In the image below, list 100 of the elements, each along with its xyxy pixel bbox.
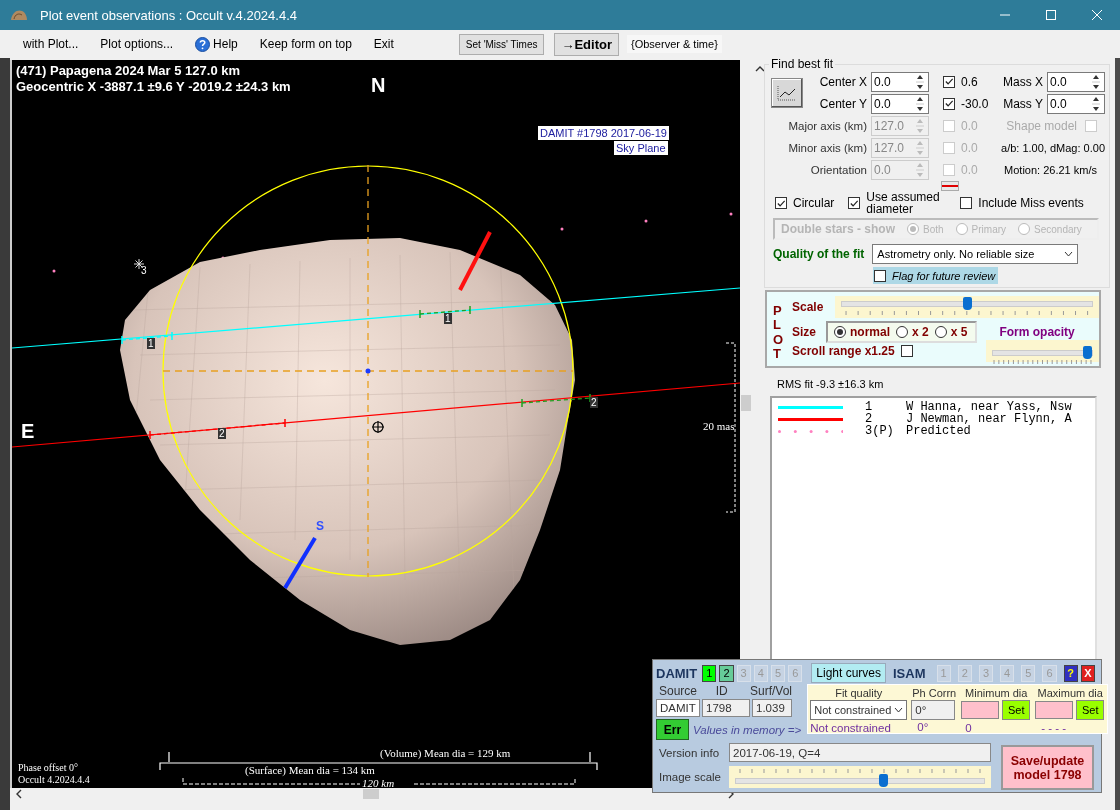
east-label: E: [21, 420, 35, 443]
quality-label: Quality of the fit: [773, 247, 865, 261]
opacity-label: Form opacity: [999, 325, 1075, 339]
err-button[interactable]: Err: [656, 719, 689, 740]
set-miss-times-button[interactable]: Set 'Miss' Times: [458, 33, 545, 55]
legend-name: J Newman, near Flynn, A: [906, 412, 1072, 426]
legend-number: 1: [865, 400, 874, 414]
radio-button[interactable]: [834, 326, 846, 338]
spin-box[interactable]: 0.0: [1047, 93, 1105, 114]
scale-label: Scale: [792, 300, 824, 314]
spin-box[interactable]: 0.0: [871, 71, 929, 92]
slider-thumb[interactable]: [1083, 346, 1092, 359]
legend-name: Predicted: [906, 424, 971, 438]
motion-text: Motion: 26.21 km/s: [1004, 163, 1097, 176]
set-button[interactable]: Set: [1076, 700, 1105, 720]
memory-label: Values in memory =>: [693, 723, 802, 736]
field-label: Minor axis (km): [788, 141, 867, 154]
app-icon: [10, 8, 28, 22]
ph-corr-field[interactable]: 0°: [911, 700, 956, 720]
checkbox-label: 0.0: [961, 118, 978, 133]
north-label: N: [371, 74, 386, 97]
checkbox-label: 0.0: [961, 162, 978, 177]
checkbox-label: Circular: [793, 196, 835, 210]
help-icon: [195, 36, 211, 52]
double-stars-label: Double stars - show: [781, 222, 896, 236]
fit-chart-button[interactable]: [771, 77, 803, 108]
field-label: Center Y: [819, 96, 867, 111]
plot-title: Geocentric X -3887.1 ±9.6 Y -2019.2 ±24.3 km: [16, 79, 291, 95]
save-model-button[interactable]: Save/update model 1798: [1001, 745, 1094, 790]
checkbox[interactable]: [960, 197, 973, 209]
chevron-down-icon[interactable]: [894, 707, 904, 713]
version-field[interactable]: 2017-06-19, Q=4: [729, 743, 991, 762]
length-scale-label: 120 km: [362, 777, 395, 788]
window-title: Plot event observations : Occult v.4.2024.4.4: [40, 7, 298, 23]
south-label: S: [316, 519, 324, 533]
id-field[interactable]: 1798: [702, 699, 750, 717]
close-button[interactable]: X: [1080, 664, 1095, 682]
memory-value: 0°: [916, 721, 930, 733]
field-label: Version info: [659, 746, 721, 759]
rms-fit-text: RMS fit -9.3 ±16.3 km: [777, 378, 885, 390]
radio-label: Both: [923, 223, 944, 235]
checkbox-label: Include Miss events: [978, 196, 1084, 210]
set-button[interactable]: Set: [1002, 700, 1031, 720]
chord-segment: [121, 331, 173, 345]
footer-text: Occult 4.2024.4.4: [18, 774, 90, 785]
field-label: Mass X: [1003, 74, 1043, 89]
field-label: ID: [714, 684, 729, 697]
diameter-field[interactable]: [1035, 701, 1074, 719]
observer-label: {Observer & time}: [627, 35, 722, 53]
slider-thumb[interactable]: [962, 297, 972, 310]
checkbox[interactable]: [848, 197, 861, 209]
menu-item[interactable]: with Plot...: [16, 34, 86, 54]
spin-box[interactable]: 0.0: [1047, 71, 1105, 92]
column-label: Ph Corrn: [911, 686, 958, 699]
checkbox[interactable]: [900, 345, 913, 357]
field-label: Major axis (km): [788, 119, 867, 132]
field-label: Source: [658, 684, 699, 697]
field-label: Image scale: [659, 771, 722, 783]
line-color-button[interactable]: [941, 181, 959, 191]
fit-quality-dropdown[interactable]: Not constrained: [810, 700, 908, 720]
checkbox-label: Shape model: [1006, 118, 1077, 133]
close-icon[interactable]: [1092, 10, 1102, 20]
checkbox-label: Scroll range x1.25: [792, 344, 895, 358]
help-button[interactable]: ?: [1063, 664, 1078, 682]
menu-item[interactable]: Exit: [366, 34, 401, 54]
checkbox-label: -30.0: [961, 96, 989, 111]
menu-item[interactable]: Keep form on top: [252, 34, 359, 54]
scrollbar-thumb[interactable]: [363, 789, 379, 799]
editor-button[interactable]: →Editor: [554, 32, 619, 56]
chevron-down-icon[interactable]: [1064, 251, 1074, 257]
menu-item[interactable]: Help: [188, 33, 245, 55]
light-curves-button[interactable]: Light curves: [811, 663, 886, 683]
model-tag: Sky Plane: [614, 141, 668, 155]
spin-box[interactable]: 0.0: [871, 93, 929, 114]
checkbox[interactable]: [943, 75, 955, 88]
scrollbar-thumb[interactable]: [741, 395, 751, 411]
slider-thumb[interactable]: [879, 774, 889, 787]
memory-value: - - - -: [1040, 721, 1068, 734]
menu-item[interactable]: Plot options...: [93, 34, 181, 54]
collapse-caret-icon[interactable]: [755, 64, 765, 72]
radio-button[interactable]: [896, 326, 909, 338]
scale-label: 20 mas: [703, 420, 735, 432]
checkbox[interactable]: [943, 97, 955, 110]
maximize-icon[interactable]: [1046, 10, 1056, 20]
model-button[interactable]: 1: [702, 664, 717, 682]
source-field[interactable]: DAMIT: [656, 699, 700, 717]
diameter-field[interactable]: [961, 701, 1000, 719]
surface-diameter-label: (Surface) Mean dia = 134 km: [245, 764, 375, 776]
model-button[interactable]: 2: [719, 664, 734, 682]
chord-label: 1: [147, 338, 155, 349]
radio-button[interactable]: [934, 326, 947, 338]
chord-label: 1: [444, 313, 452, 324]
footer-text: Phase offset 0°: [18, 762, 78, 773]
checkbox[interactable]: [874, 269, 886, 282]
quality-dropdown[interactable]: Astrometry only. No reliable size: [872, 244, 1079, 264]
plot-title: (471) Papagena 2024 Mar 5 127.0 km: [16, 63, 241, 79]
checkbox[interactable]: [775, 197, 787, 209]
memory-value: 0: [964, 721, 973, 734]
surf-vol-field[interactable]: 1.039: [752, 699, 792, 717]
checkbox-label: 0.0: [961, 140, 978, 155]
